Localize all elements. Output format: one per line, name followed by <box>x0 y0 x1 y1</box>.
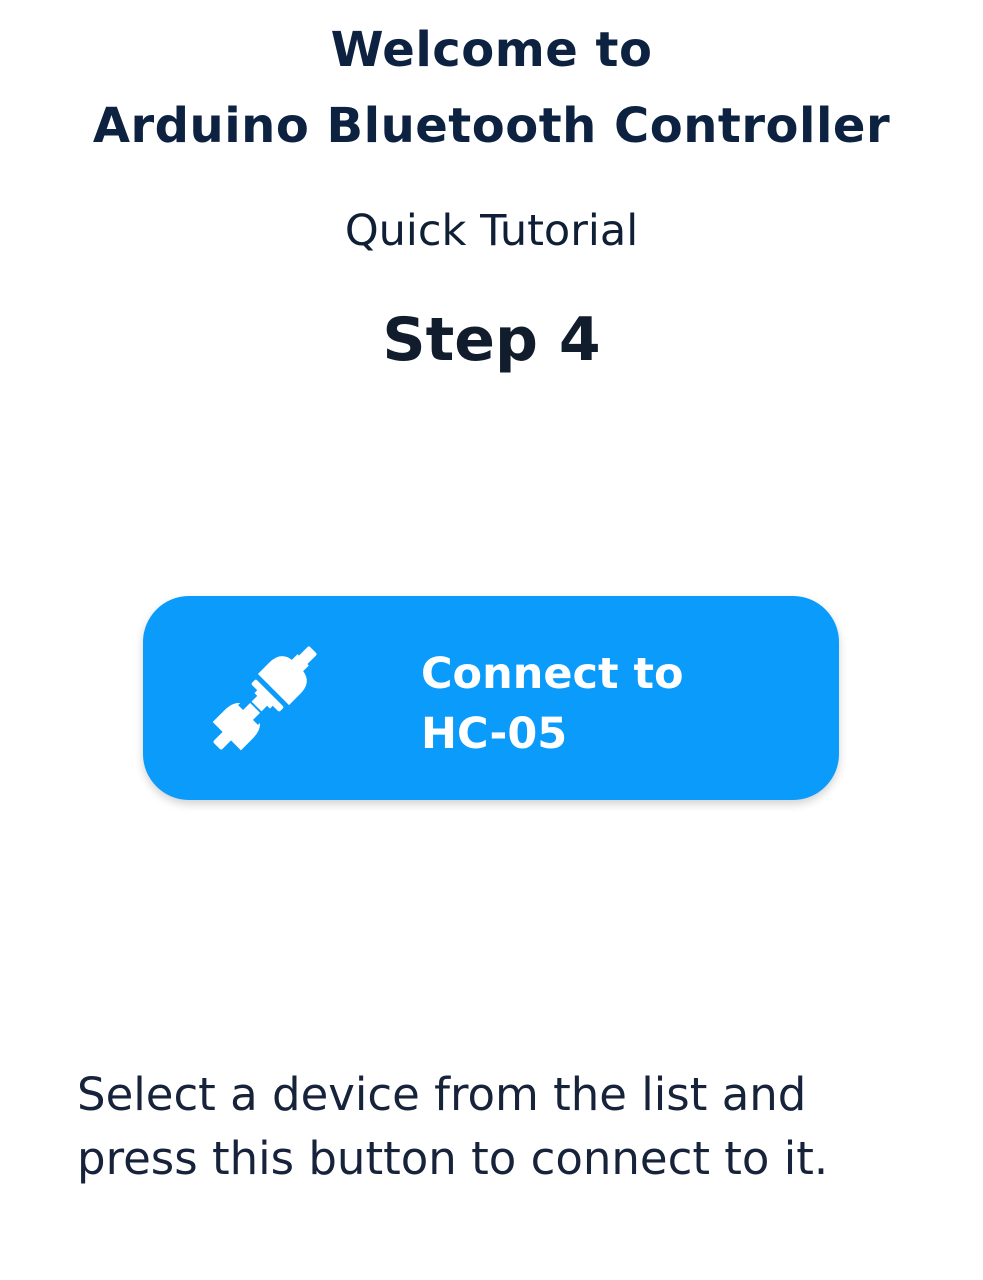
connect-button[interactable]: Connect to HC-05 <box>143 596 839 800</box>
app-name-title: Arduino Bluetooth Controller <box>92 98 891 154</box>
tutorial-subtitle: Quick Tutorial <box>344 206 639 256</box>
description-line1: Select a device from the list and <box>77 1068 807 1121</box>
tutorial-description: Select a device from the list and press … <box>77 1063 937 1191</box>
plug-connect-icon <box>212 646 317 751</box>
connect-button-label-line1: Connect to <box>421 649 684 699</box>
description-line2: press this button to connect to it. <box>77 1132 829 1185</box>
connect-button-label: Connect to HC-05 <box>421 644 801 764</box>
step-heading: Step 4 <box>382 305 601 375</box>
welcome-title: Welcome to <box>330 22 653 78</box>
connect-button-device-name: HC-05 <box>421 709 568 759</box>
